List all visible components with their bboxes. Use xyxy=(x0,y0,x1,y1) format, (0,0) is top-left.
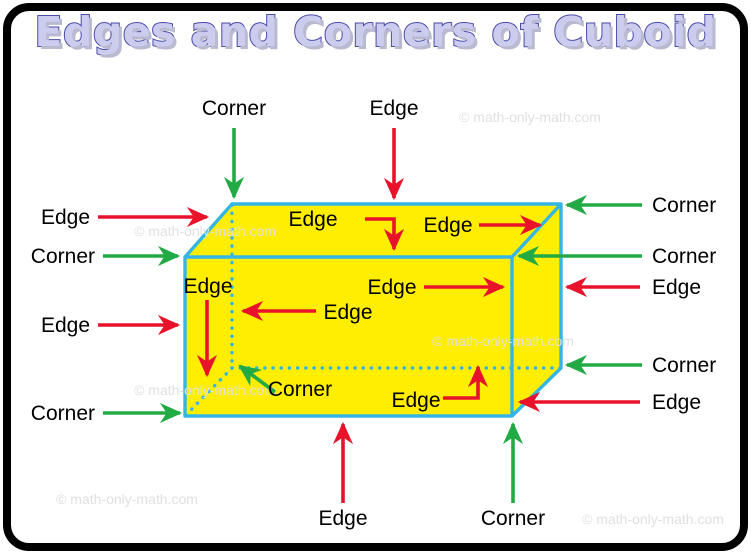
label-right-edge-1: Edge xyxy=(652,276,701,299)
cuboid-diagram: © math-only-math.com © math-only-math.co… xyxy=(31,97,724,530)
label-inner-edge-mid-1: Edge xyxy=(367,276,416,299)
watermark: © math-only-math.com xyxy=(432,333,574,349)
watermark: © math-only-math.com xyxy=(459,109,601,125)
label-inner-edge-bottom: Edge xyxy=(391,389,440,412)
label-right-corner-1: Corner xyxy=(652,194,716,217)
label-bottom-corner: Corner xyxy=(481,507,545,530)
label-top-edge: Edge xyxy=(369,97,418,120)
label-inner-edge-top-1: Edge xyxy=(288,208,337,231)
label-left-edge-1: Edge xyxy=(41,206,90,229)
label-inner-corner: Corner xyxy=(268,378,332,401)
label-right-edge-2: Edge xyxy=(652,391,701,414)
watermark: © math-only-math.com xyxy=(134,382,276,398)
watermark: © math-only-math.com xyxy=(582,511,724,527)
label-right-corner-3: Corner xyxy=(652,354,716,377)
label-left-edge-2: Edge xyxy=(41,314,90,337)
label-left-corner-2: Corner xyxy=(31,402,95,425)
label-bottom-edge: Edge xyxy=(318,507,367,530)
label-inner-edge-left: Edge xyxy=(183,275,232,298)
diagram-page: Edges and Corners of Cuboid © math-only-… xyxy=(0,0,751,554)
watermark: © math-only-math.com xyxy=(134,223,276,239)
watermark: © math-only-math.com xyxy=(56,491,198,507)
label-inner-edge-top-2: Edge xyxy=(423,214,472,237)
label-inner-edge-mid-2: Edge xyxy=(323,301,372,324)
label-right-corner-2: Corner xyxy=(652,245,716,268)
label-top-corner: Corner xyxy=(202,97,266,120)
label-left-corner-1: Corner xyxy=(31,245,95,268)
